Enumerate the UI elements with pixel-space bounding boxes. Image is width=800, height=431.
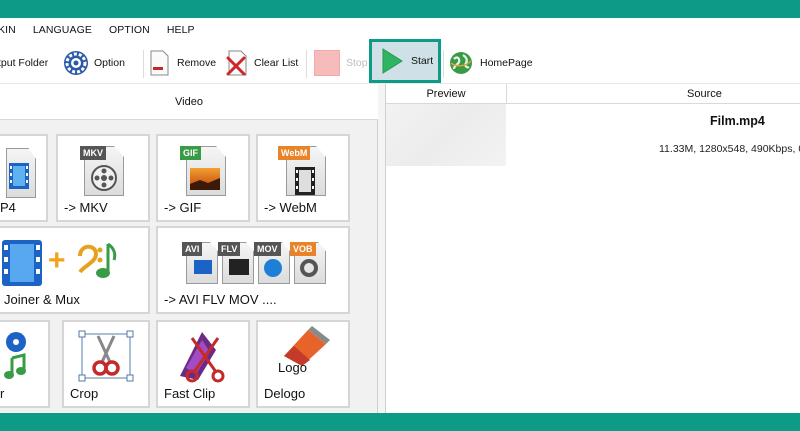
source-header-label: Source (687, 87, 722, 100)
tile-joiner-label: Joiner & Mux (4, 292, 80, 307)
sunset-image-icon (190, 168, 220, 190)
option-button[interactable]: Option (63, 42, 125, 84)
tile-mkv-label: -> MKV (64, 200, 108, 215)
tile-crop[interactable]: Crop (62, 320, 150, 408)
music-notes-icon (78, 242, 117, 278)
tile-to-mkv[interactable]: MKV -> MKV (56, 134, 150, 222)
play-start-icon (382, 48, 403, 74)
remove-document-icon (150, 50, 169, 76)
homepage-label: HomePage (480, 57, 533, 69)
output-folder-label: tput Folder (0, 57, 49, 69)
video-thumb-icon (194, 260, 212, 274)
plus-icon: + (48, 244, 66, 277)
avi-badge: AVI (182, 242, 203, 256)
gif-badge: GIF (180, 146, 201, 160)
menu-language[interactable]: LANGUAGE (33, 24, 92, 36)
column-header-source[interactable]: Source (507, 84, 800, 104)
output-folder-button[interactable]: tput Folder (0, 42, 48, 84)
tile-webm-label: -> WebM (264, 200, 317, 215)
clear-list-icon (226, 50, 247, 76)
tile-extract-label: r (0, 386, 5, 401)
column-header-preview[interactable]: Preview (386, 84, 507, 104)
start-label: Start (411, 55, 434, 67)
tile-to-mp4[interactable]: P4 (0, 134, 48, 222)
crop-scissors-icon (78, 330, 134, 382)
remove-label: Remove (177, 57, 217, 69)
toolbar-separator (443, 50, 444, 78)
video-film-icon (2, 240, 42, 286)
quicktime-icon (264, 259, 282, 277)
file-name: Film.mp4 (710, 114, 765, 128)
clear-list-button[interactable]: Clear List (224, 42, 298, 84)
mov-badge: MOV (254, 242, 281, 256)
reel-icon (300, 259, 318, 277)
file-info: 11.33M, 1280x548, 490Kbps, 0 (659, 143, 800, 155)
globe-icon (450, 52, 472, 74)
stop-icon (314, 50, 340, 76)
film-strip-icon (9, 163, 29, 189)
vob-badge: VOB (290, 242, 316, 256)
tile-crop-label: Crop (70, 386, 99, 401)
tile-joiner-mux[interactable]: + Joiner & Mux (0, 226, 150, 314)
menu-option[interactable]: OPTION (109, 24, 150, 36)
tile-gif-label: -> GIF (164, 200, 202, 215)
option-gear-icon (64, 51, 88, 75)
toolbar-separator (143, 50, 144, 78)
clear-list-label: Clear List (254, 57, 299, 69)
tile-to-gif[interactable]: GIF -> GIF (156, 134, 250, 222)
tile-to-webm[interactable]: WebM -> WebM (256, 134, 350, 222)
tile-fast-clip[interactable]: Fast Clip (156, 320, 250, 408)
media-extract-icon (4, 332, 26, 379)
option-label: Option (94, 57, 125, 69)
panel-splitter[interactable] (378, 84, 386, 413)
tile-fastclip-label: Fast Clip (164, 386, 216, 401)
menu-skin[interactable]: KIN (0, 24, 16, 36)
video-tab[interactable]: Video (0, 84, 378, 120)
clip-scissors-icon (180, 332, 225, 383)
remove-button[interactable]: Remove (148, 42, 216, 84)
menu-help[interactable]: HELP (167, 24, 195, 36)
bottom-frame-bar (0, 413, 800, 431)
tile-to-multi-format[interactable]: AVI FLV MOV VOB -> AVI FLV MOV .... (156, 226, 350, 314)
stop-button[interactable]: Stop (314, 42, 368, 84)
clapper-icon (229, 259, 249, 275)
toolbar-separator (306, 50, 307, 78)
tile-delogo[interactable]: Logo Delogo (256, 320, 350, 408)
video-preview-thumbnail (386, 104, 506, 166)
preview-header-label: Preview (426, 87, 466, 100)
homepage-button[interactable]: HomePage (448, 42, 533, 84)
file-list-panel: Preview Source Film.mp4 11.33M, 1280x548… (386, 84, 800, 413)
top-frame-bar (0, 0, 800, 18)
reel-icon (91, 165, 117, 191)
tile-mp4-label: P4 (0, 200, 16, 215)
tile-delogo-label: Delogo (264, 386, 306, 401)
video-tab-label: Video (175, 95, 203, 108)
flv-badge: FLV (218, 242, 241, 256)
webm-badge: WebM (278, 146, 311, 160)
film-strip-icon (295, 167, 315, 195)
mkv-badge: MKV (80, 146, 106, 160)
stop-label: Stop (346, 57, 368, 69)
tile-multi-label: -> AVI FLV MOV .... (164, 292, 277, 307)
tile-extract[interactable]: r (0, 320, 50, 408)
start-button[interactable]: Start (369, 39, 441, 83)
logo-text: Logo (278, 360, 307, 375)
conversion-panel: Video P4 MKV -> MKV GIF -> GIF WebM -> W… (0, 84, 378, 413)
